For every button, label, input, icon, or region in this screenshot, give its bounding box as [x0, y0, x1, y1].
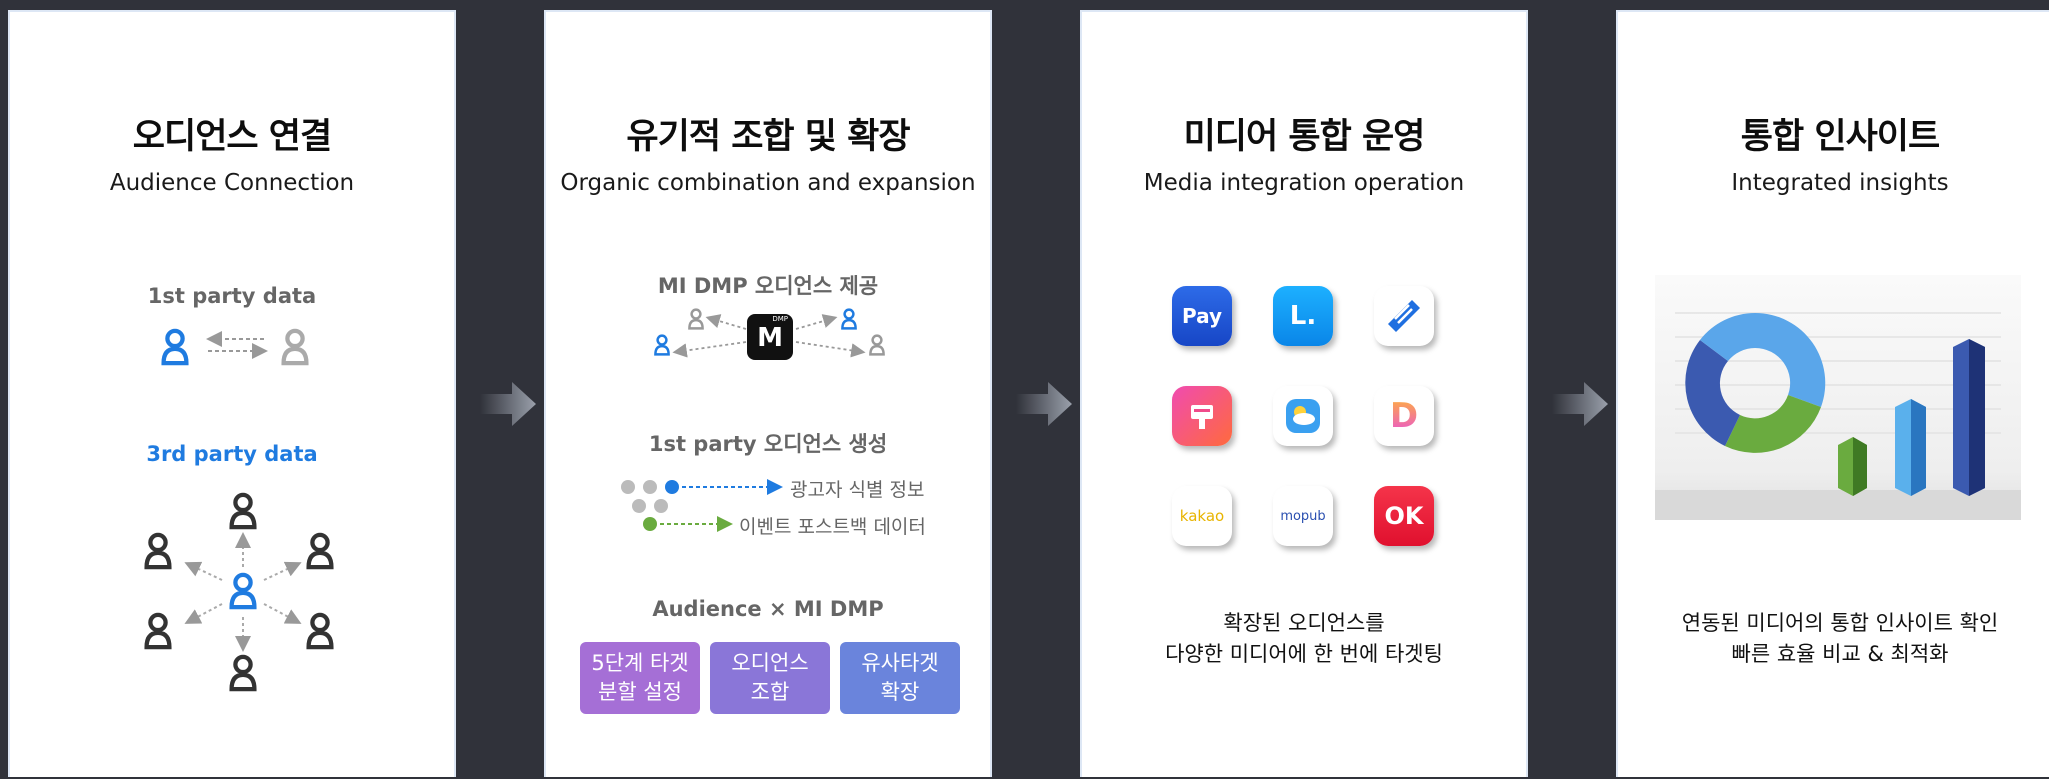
user-icon-top — [232, 495, 255, 527]
tag-audience-combine: 오디언스 조합 — [710, 642, 830, 714]
flow-label-postback: 이벤트 포스트백 데이터 — [739, 516, 926, 538]
right-arrow-icon — [1016, 382, 1072, 426]
combine-label: Audience × MI DMP — [652, 597, 884, 621]
news-icon — [1374, 286, 1434, 346]
user-icon-bottom — [232, 657, 255, 689]
insights-chart-illustration — [1655, 275, 2021, 520]
panel-subtitle: Integrated insights — [1731, 170, 1949, 196]
panel-audience-connection: 오디언스 연결 Audience Connection 1st party da… — [8, 10, 456, 777]
panel-organic-combination: 유기적 조합 및 확장 Organic combination and expa… — [544, 10, 992, 777]
line-icon-text: L. — [1289, 301, 1317, 331]
third-party-diagram — [10, 12, 458, 779]
ok-cashbag-icon: OK — [1374, 486, 1434, 546]
user-icon-center — [232, 575, 255, 607]
d-app-icon: D — [1374, 386, 1434, 446]
user-icon-right-bottom — [309, 615, 332, 647]
right-arrow-icon — [1552, 382, 1608, 426]
panel-integrated-insights: 통합 인사이트 Integrated insights 연동된 미디어의 통합 … — [1616, 10, 2049, 777]
d-app-letter: D — [1389, 396, 1419, 436]
mopub-icon: mopub — [1273, 486, 1333, 546]
panel-media-integration: 미디어 통합 운영 Media integration operation Pa… — [1080, 10, 1528, 777]
marketing-app-icon — [1172, 386, 1232, 446]
user-icon-right-top — [309, 535, 332, 567]
kakao-icon: kakao — [1172, 486, 1232, 546]
panel-title: 통합 인사이트 — [1740, 117, 1940, 157]
tag-lookalike: 유사타겟 확장 — [840, 642, 960, 714]
user-icon-left-bottom — [147, 615, 170, 647]
media-caption: 확장된 오디언스를 다양한 미디어에 한 번에 타겟팅 — [1165, 611, 1443, 666]
panel-title: 미디어 통합 운영 — [1183, 117, 1426, 157]
panel-subtitle: Media integration operation — [1143, 170, 1465, 196]
flow-label-advertiser-id: 광고자 식별 정보 — [790, 479, 925, 501]
right-arrow-icon — [480, 382, 536, 426]
naver-pay-icon: Pay — [1172, 286, 1232, 346]
weather-app-icon — [1273, 386, 1333, 446]
tag-target-split: 5단계 타겟 분할 설정 — [580, 642, 700, 714]
user-icon-left-top — [147, 535, 170, 567]
line-icon: L. — [1273, 286, 1333, 346]
insights-caption: 연동된 미디어의 통합 인사이트 확인 빠른 효율 비교 & 최적화 — [1681, 611, 1999, 666]
